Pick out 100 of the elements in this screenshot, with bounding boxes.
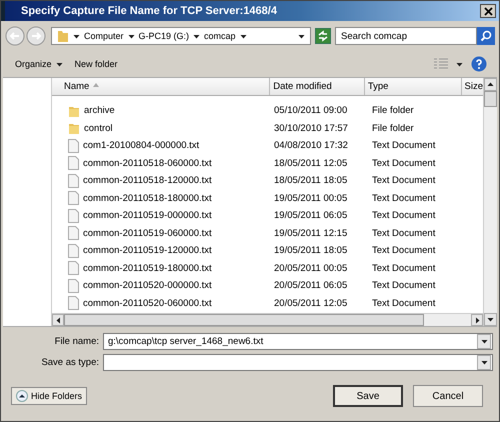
back-forward-icon bbox=[5, 26, 47, 46]
dropdown-icon[interactable] bbox=[480, 359, 488, 366]
scrollbar-thumb[interactable] bbox=[484, 91, 497, 107]
document-icon bbox=[68, 174, 79, 188]
date-cell-text: 30/10/2010 17:57 bbox=[273, 122, 349, 134]
file-row[interactable]: archive 05/10/2011 09:00 File folder bbox=[52, 102, 483, 120]
file-name: common-20110518-180000.txt bbox=[83, 192, 212, 204]
dialog-button[interactable]: Save bbox=[333, 385, 403, 407]
type-cell-text: Text Document bbox=[371, 228, 436, 239]
file-row[interactable]: common-20110520-000000.txt 20/05/2011 06:05 Text Document bbox=[52, 277, 483, 294]
date-cell-text: 05/10/2011 09:00 bbox=[273, 105, 348, 116]
toolbar-button[interactable]: Organize bbox=[13, 57, 65, 71]
window-title: Specify Capture File Name for TCP Server:1468/4 bbox=[21, 5, 278, 17]
file-name: com1-20100804-000000.txt bbox=[83, 140, 200, 152]
document-icon bbox=[68, 138, 79, 153]
search-icon bbox=[480, 30, 492, 42]
file-row[interactable]: common-20110519-000000.txt 19/05/2011 06:05 Text Document bbox=[52, 207, 483, 224]
scrollbar-thumb[interactable] bbox=[64, 314, 424, 326]
file-row[interactable]: control 30/10/2010 17:57 File folder bbox=[52, 120, 483, 137]
date-cell-text: 19/05/2011 06:05 bbox=[273, 210, 348, 222]
breadcrumb-item[interactable]: Computer bbox=[84, 31, 124, 41]
search-field[interactable]: Search comcap bbox=[335, 27, 477, 45]
address-bar[interactable]: Computer G-PC19 (G:) comcap bbox=[51, 27, 311, 45]
folder-icon bbox=[57, 29, 69, 43]
file-name-field[interactable]: g:\comcap\tcp server_1468_new6.txt bbox=[103, 333, 493, 350]
caret-icon bbox=[56, 60, 63, 68]
document-icon bbox=[68, 296, 79, 310]
back-forward-buttons[interactable] bbox=[5, 26, 47, 46]
field-label: File name: bbox=[54, 336, 99, 347]
file-row[interactable]: common-20110518-180000.txt 19/05/2011 00:05 Text Document bbox=[52, 190, 483, 207]
file-name: common-20110519-060000.txt bbox=[83, 228, 212, 239]
type-cell-text: Text Document bbox=[371, 210, 436, 222]
type-cell-text: File folder bbox=[371, 105, 415, 116]
left-arrow-icon[interactable] bbox=[54, 316, 62, 324]
date-cell-text: 04/08/2010 17:32 bbox=[273, 140, 349, 152]
document-icon bbox=[68, 261, 79, 276]
column-header[interactable]: Type bbox=[364, 78, 462, 95]
dropdown-icon[interactable] bbox=[480, 338, 488, 345]
toolbar-button[interactable]: New folder bbox=[72, 57, 120, 71]
down-arrow-icon[interactable] bbox=[487, 316, 494, 323]
type-cell-text: Text Document bbox=[371, 175, 436, 186]
file-name: common-20110519-000000.txt bbox=[83, 210, 212, 222]
field-label: Save as type: bbox=[40, 357, 99, 368]
close-button[interactable] bbox=[480, 4, 496, 18]
date-cell-text: 19/05/2011 18:05 bbox=[273, 245, 348, 256]
dialog-button[interactable]: Cancel bbox=[413, 385, 483, 407]
date-cell-text: 18/05/2011 12:05 bbox=[273, 158, 348, 169]
file-row[interactable]: common-20110518-060000.txt 18/05/2011 12:05 Text Document bbox=[52, 154, 483, 172]
document-icon bbox=[68, 226, 79, 240]
refresh-icon bbox=[317, 30, 329, 42]
close-icon bbox=[484, 6, 492, 16]
file-name: common-20110520-060000.txt bbox=[83, 298, 212, 309]
document-icon bbox=[68, 208, 79, 223]
caret-icon[interactable] bbox=[456, 60, 463, 68]
caret-icon[interactable] bbox=[73, 32, 80, 40]
file-name: common-20110518-120000.txt bbox=[83, 175, 212, 186]
caret-icon[interactable] bbox=[128, 32, 135, 40]
date-cell-text: 19/05/2011 00:05 bbox=[273, 192, 348, 204]
file-name: common-20110518-060000.txt bbox=[83, 158, 212, 169]
file-row[interactable]: common-20110519-180000.txt 20/05/2011 00:05 Text Document bbox=[52, 260, 483, 277]
breadcrumb-item[interactable]: comcap bbox=[204, 31, 236, 41]
date-cell-text: 20/05/2011 12:05 bbox=[273, 298, 348, 309]
document-icon bbox=[68, 191, 79, 206]
file-row[interactable]: com1-20100804-000000.txt 04/08/2010 17:32 Text Document bbox=[52, 137, 483, 154]
sort-arrow-icon bbox=[93, 83, 100, 87]
type-cell-text: File folder bbox=[371, 122, 415, 134]
save-type-dropdown[interactable] bbox=[103, 354, 493, 371]
collapse-icon bbox=[16, 390, 28, 402]
up-arrow-icon[interactable] bbox=[487, 81, 494, 88]
column-header[interactable]: Size bbox=[462, 78, 483, 95]
horizontal-scrollbar[interactable] bbox=[52, 313, 483, 326]
type-cell-text: Text Document bbox=[371, 140, 436, 152]
caret-icon[interactable] bbox=[240, 32, 247, 40]
file-name: control bbox=[84, 122, 113, 134]
file-name: common-20110520-000000.txt bbox=[83, 280, 212, 292]
type-cell-text: Text Document bbox=[371, 298, 436, 309]
search-button[interactable] bbox=[477, 27, 495, 45]
file-name: common-20110519-120000.txt bbox=[83, 245, 212, 256]
column-header[interactable]: Date modified bbox=[270, 78, 365, 95]
help-icon[interactable] bbox=[471, 56, 487, 72]
vertical-scrollbar[interactable] bbox=[483, 78, 497, 326]
refresh-button[interactable] bbox=[315, 28, 331, 44]
caret-icon[interactable] bbox=[193, 32, 200, 40]
breadcrumb-item[interactable]: G-PC19 (G:) bbox=[138, 31, 190, 41]
date-cell-text: 19/05/2011 12:15 bbox=[273, 228, 348, 239]
column-header[interactable]: Name bbox=[52, 78, 270, 95]
type-cell-text: Text Document bbox=[371, 192, 436, 204]
file-name: common-20110519-180000.txt bbox=[83, 262, 212, 274]
date-cell-text: 18/05/2011 18:05 bbox=[273, 175, 348, 186]
file-row[interactable]: common-20110519-060000.txt 19/05/2011 12:15 Text Document bbox=[52, 224, 483, 242]
file-row[interactable]: common-20110520-060000.txt 20/05/2011 12:05 Text Document bbox=[52, 294, 483, 312]
file-name: archive bbox=[84, 105, 115, 116]
document-icon bbox=[68, 244, 79, 258]
right-arrow-icon[interactable] bbox=[474, 316, 480, 324]
type-cell-text: Text Document bbox=[371, 280, 436, 292]
date-cell-text: 20/05/2011 06:05 bbox=[273, 280, 348, 292]
dropdown-icon[interactable] bbox=[298, 32, 305, 40]
hide-folders-button[interactable]: Hide Folders bbox=[11, 387, 88, 405]
file-row[interactable]: common-20110519-120000.txt 19/05/2011 18:05 Text Document bbox=[52, 242, 483, 260]
file-row[interactable]: common-20110518-120000.txt 18/05/2011 18:05 Text Document bbox=[52, 172, 483, 190]
